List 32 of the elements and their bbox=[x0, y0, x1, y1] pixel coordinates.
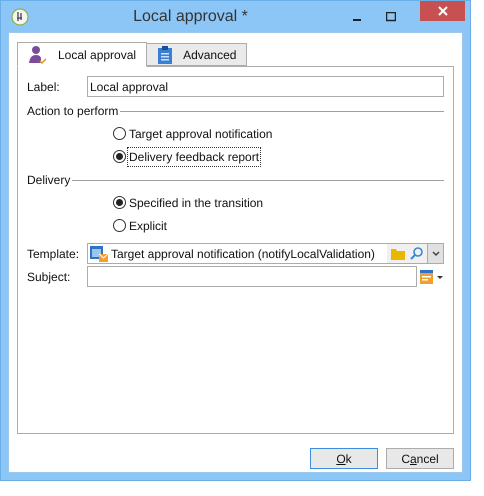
radio-button[interactable] bbox=[113, 127, 126, 140]
radio-label[interactable]: Explicit bbox=[128, 216, 168, 234]
window-title: Local approval * bbox=[132, 6, 249, 26]
label-input[interactable]: Local approval bbox=[87, 76, 444, 97]
radio-button[interactable] bbox=[113, 219, 126, 232]
maximize-icon[interactable] bbox=[386, 12, 396, 22]
chevron-down-icon bbox=[432, 250, 440, 256]
dropdown-button[interactable] bbox=[427, 244, 443, 263]
clipboard-icon bbox=[157, 46, 174, 64]
section-title: Delivery bbox=[27, 172, 70, 189]
field-label: Template: bbox=[27, 246, 80, 262]
radio-button[interactable] bbox=[113, 150, 126, 163]
template-menu-icon[interactable] bbox=[420, 270, 444, 284]
radio-label[interactable]: Delivery feedback report bbox=[128, 148, 260, 166]
field-label: Subject: bbox=[27, 268, 72, 286]
template-field[interactable]: Target approval notification (notifyLocalValidation) bbox=[87, 243, 444, 264]
field-label: Label: bbox=[27, 78, 61, 96]
app-icon bbox=[11, 8, 29, 26]
template-icon bbox=[90, 246, 108, 262]
person-check-icon bbox=[28, 44, 48, 64]
radio-label[interactable]: Target approval notification bbox=[128, 124, 274, 142]
tab[interactable]: Local approval bbox=[17, 42, 148, 67]
close-button[interactable] bbox=[420, 1, 465, 21]
section-title: Action to perform bbox=[27, 103, 118, 120]
search-icon[interactable] bbox=[410, 247, 423, 260]
dialog-button[interactable]: Ok bbox=[310, 448, 378, 469]
subject-input[interactable] bbox=[87, 266, 417, 287]
dialog-button[interactable]: Cancel bbox=[386, 448, 454, 469]
radio-label[interactable]: Specified in the transition bbox=[128, 194, 264, 212]
tab[interactable]: Advanced bbox=[147, 43, 248, 66]
close-icon bbox=[438, 6, 448, 16]
radio-button[interactable] bbox=[113, 196, 126, 209]
